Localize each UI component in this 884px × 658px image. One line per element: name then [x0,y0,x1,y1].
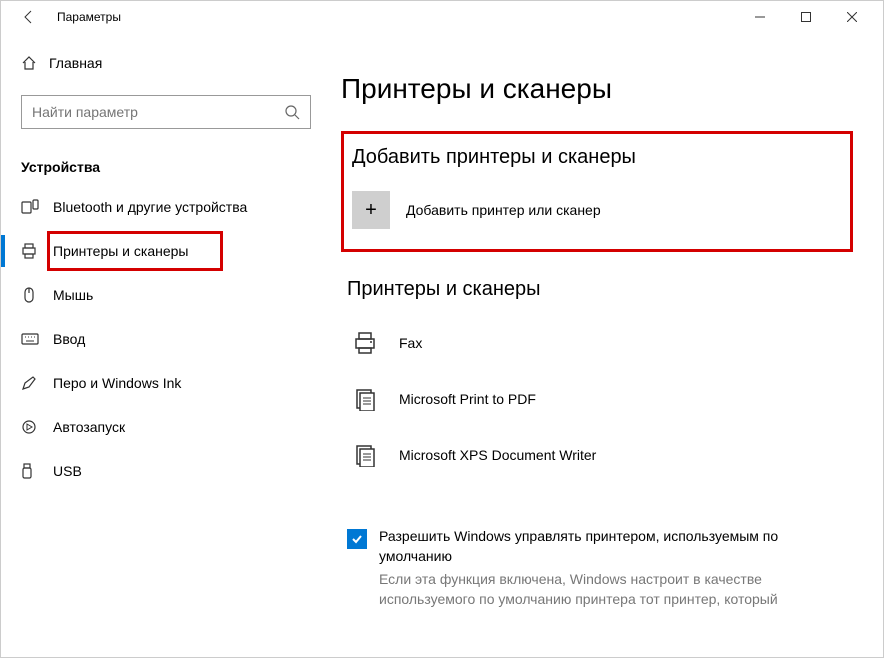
printer-device-icon [347,331,383,355]
content-area: Главная Устройства Bluetooth и другие ус… [1,33,883,657]
keyboard-icon [21,333,53,345]
printer-label: Fax [399,335,422,351]
plus-icon: + [352,191,390,229]
printer-label: Microsoft XPS Document Writer [399,447,596,463]
printers-section-title: Принтеры и сканеры [347,278,853,301]
printer-item-xps[interactable]: Microsoft XPS Document Writer [341,427,853,483]
sidebar-item-label: Принтеры и сканеры [53,243,188,259]
sidebar-item-label: Ввод [53,331,85,347]
usb-icon [21,463,53,479]
sidebar-home-label: Главная [49,55,102,71]
help-text: Если эта функция включена, Windows настр… [379,570,853,609]
sidebar-item-mouse[interactable]: Мышь [1,273,331,317]
pen-icon [21,375,53,391]
mouse-icon [21,287,53,303]
printer-icon [21,243,53,259]
search-input[interactable] [32,104,246,120]
sidebar-item-label: Bluetooth и другие устройства [53,199,247,215]
search-box[interactable] [21,95,311,129]
printer-device-icon [347,387,383,411]
default-printer-checkbox-label: Разрешить Windows управлять принтером, и… [379,527,853,566]
titlebar: Параметры [1,1,883,33]
printer-label: Microsoft Print to PDF [399,391,536,407]
sidebar-item-label: Мышь [53,287,93,303]
add-section-frame: Добавить принтеры и сканеры + Добавить п… [341,131,853,252]
page-title: Принтеры и сканеры [341,73,853,105]
sidebar-item-label: Автозапуск [53,419,125,435]
sidebar-item-bluetooth[interactable]: Bluetooth и другие устройства [1,185,331,229]
printer-item-fax[interactable]: Fax [341,315,853,371]
add-section-title: Добавить принтеры и сканеры [352,146,834,169]
window-title: Параметры [57,10,121,24]
default-printer-checkbox[interactable] [347,529,367,549]
default-printer-checkbox-row: Разрешить Windows управлять принтером, и… [347,527,853,566]
printer-device-icon [347,443,383,467]
autoplay-icon [21,419,53,435]
sidebar-home[interactable]: Главная [1,43,331,83]
close-button[interactable] [829,1,875,33]
search-icon [284,104,300,120]
sidebar-item-pen[interactable]: Перо и Windows Ink [1,361,331,405]
sidebar-item-printers[interactable]: Принтеры и сканеры [1,229,331,273]
settings-window: Параметры Главная [0,0,884,658]
add-printer-button[interactable]: + Добавить принтер или сканер [352,191,834,229]
sidebar-item-usb[interactable]: USB [1,449,331,493]
sidebar-item-label: USB [53,463,82,479]
minimize-button[interactable] [737,1,783,33]
sidebar-section-header: Устройства [1,141,331,185]
back-button[interactable] [9,9,49,25]
maximize-button[interactable] [783,1,829,33]
main-panel: Принтеры и сканеры Добавить принтеры и с… [331,33,883,657]
sidebar-item-autoplay[interactable]: Автозапуск [1,405,331,449]
add-printer-label: Добавить принтер или сканер [406,202,601,218]
devices-icon [21,199,53,215]
sidebar: Главная Устройства Bluetooth и другие ус… [1,33,331,657]
printer-item-pdf[interactable]: Microsoft Print to PDF [341,371,853,427]
sidebar-item-label: Перо и Windows Ink [53,375,181,391]
home-icon [21,55,49,71]
sidebar-item-typing[interactable]: Ввод [1,317,331,361]
window-controls [737,1,875,33]
